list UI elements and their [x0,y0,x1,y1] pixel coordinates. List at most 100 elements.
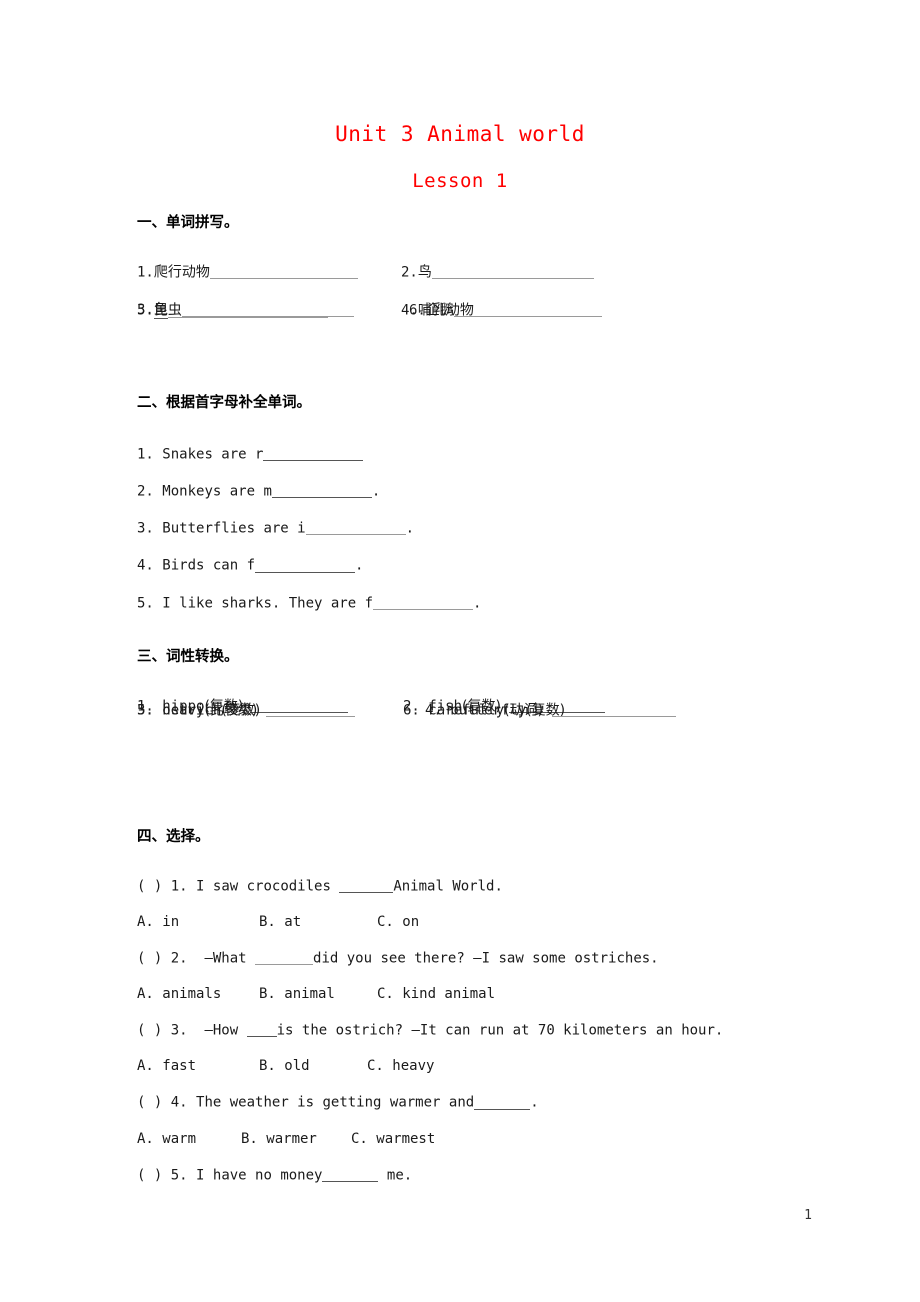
option-a[interactable]: A. warm [137,1132,241,1146]
option-b[interactable]: B. animal [259,987,377,1001]
mc-question-2: ( ) 2. –What did you see there? –I saw s… [137,950,877,967]
answer-blank[interactable] [209,265,358,279]
answer-blank[interactable] [551,703,646,717]
question-text-post: did you see there? –I saw some ostriches… [313,950,659,967]
option-c[interactable]: C. on [377,915,419,929]
section-1-heading: 一、单词拼写。 [137,215,239,231]
item-number: 4. [137,557,154,574]
answer-bracket[interactable]: ( ) [137,1022,162,1038]
mc-options-2: A. animals B. animal C. kind animal [137,987,877,1001]
answer-blank[interactable] [373,596,474,610]
answer-blank[interactable] [246,1023,277,1038]
item-label: 鸟 [417,263,432,280]
answer-blank[interactable] [255,558,356,573]
answer-blank[interactable] [255,951,314,966]
item-form: (比较级) [204,701,258,718]
mc-options-4: A. warm B. warmer C. warmest [137,1132,877,1146]
page-title: Unit 3 Animal world [335,122,585,146]
item-form: (动词) [504,701,544,718]
item-number: 4. [170,1094,188,1111]
question-text-pre: The weather is getting warmer and [196,1094,475,1111]
section-3-heading: 三、词性转换。 [137,649,239,665]
question-text-pre: I saw crocodiles [196,877,340,894]
item-number: 3. [137,520,154,537]
section-word-form: 三、词性转换。 1. hippo(复数) 2. fish(复数) 3. ostr… [137,649,877,717]
mc-question-4: ( ) 4. The weather is getting warmer and… [137,1094,877,1111]
question-text-pre: –How [204,1022,247,1039]
word-form-item-6: 6. carefully(动词) [403,703,646,717]
item-number: 5. [137,594,154,611]
item-text: Snakes are r [162,445,264,462]
answer-blank[interactable] [453,303,602,317]
answer-blank[interactable] [181,303,354,317]
item-label: 爬行动物 [153,263,210,280]
answer-blank[interactable] [305,521,406,536]
question-text-post: . [530,1094,539,1111]
spelling-item-6: 6.企鹅 [409,303,602,317]
fill-initial-item-5: 5. I like sharks. They are f. [137,596,877,610]
mc-options-1: A. in B. at C. on [137,915,877,929]
option-a[interactable]: A. in [137,915,259,929]
mc-question-5: ( ) 5. I have no money me. [137,1168,877,1182]
item-number: 5. [137,301,154,318]
item-word: heavy [162,701,205,718]
answer-blank[interactable] [339,879,394,893]
answer-blank[interactable] [271,484,372,499]
mc-options-3: A. fast B. old C. heavy [137,1059,877,1073]
section-2-heading: 二、根据首字母补全单词。 [137,395,311,411]
item-text: I like sharks. They are f [162,594,374,611]
option-c[interactable]: C. warmest [351,1132,435,1146]
question-text-post: is the ostrich? –It can run at 70 kilome… [276,1022,724,1039]
answer-bracket[interactable]: ( ) [137,1167,162,1183]
option-b[interactable]: B. old [259,1059,367,1073]
fill-initial-item-1: 1. Snakes are r [137,447,877,461]
fill-initial-item-2: 2. Monkeys are m. [137,483,877,500]
option-b[interactable]: B. warmer [241,1132,351,1146]
item-number: 5. [137,701,154,718]
item-number: 1. [170,877,188,894]
item-number: 2. [137,483,154,500]
answer-bracket[interactable]: ( ) [137,950,162,966]
item-number: 5. [170,1166,188,1183]
mc-question-3: ( ) 3. –How is the ostrich? –It can run … [137,1022,877,1039]
answer-blank[interactable] [431,265,594,279]
option-a[interactable]: A. fast [137,1059,259,1073]
item-number: 1. [137,263,154,280]
option-c[interactable]: C. heavy [367,1059,434,1073]
item-label: 企鹅 [425,301,454,318]
item-text: Birds can f [162,557,256,574]
question-text-pre: –What [204,950,256,967]
item-number: 2. [401,263,418,280]
mc-question-1: ( ) 1. I saw crocodiles Animal World. [137,879,877,893]
spelling-item-1: 1.爬行动物 [137,265,358,279]
fill-initial-item-4: 4. Birds can f. [137,557,877,574]
option-a[interactable]: A. animals [137,987,259,1001]
spelling-item-5: 5.昆虫 [137,303,354,317]
item-word: carefully [428,701,505,718]
answer-blank[interactable] [322,1168,379,1182]
option-b[interactable]: B. at [259,915,377,929]
section-fill-initial: 二、根据首字母补全单词。 1. Snakes are r 2. Monkeys … [137,396,877,610]
answer-bracket[interactable]: ( ) [137,878,162,894]
page-subtitle: Lesson 1 [412,170,508,192]
item-punct: . [355,557,364,574]
answer-blank[interactable] [474,1095,531,1110]
worksheet-page: Unit 3 Animal world Lesson 1 一、单词拼写。 1.爬… [0,0,920,1302]
item-number: 1. [137,445,154,462]
question-text-pre: I have no money [196,1166,323,1183]
answer-bracket[interactable]: ( ) [137,1095,162,1111]
section-4-heading: 四、选择。 [137,829,210,845]
item-punct: . [371,483,381,500]
section-word-spelling: 一、单词拼写。 1.爬行动物 2.鸟 3.鱼 4.哺乳动物 5.昆虫 6.企鹅 [137,215,877,319]
question-text-post: me. [378,1166,413,1183]
option-c[interactable]: C. kind animal [377,987,495,1001]
item-number: 3. [170,1022,188,1039]
item-text: Butterflies are i [162,520,306,537]
item-text: Monkeys are m [162,483,272,500]
question-text-post: Animal World. [393,877,503,894]
item-number: 6. [403,701,420,718]
answer-blank[interactable] [263,447,364,461]
item-number: 2. [170,950,188,967]
answer-blank[interactable] [265,703,354,717]
item-punct: . [405,520,415,537]
